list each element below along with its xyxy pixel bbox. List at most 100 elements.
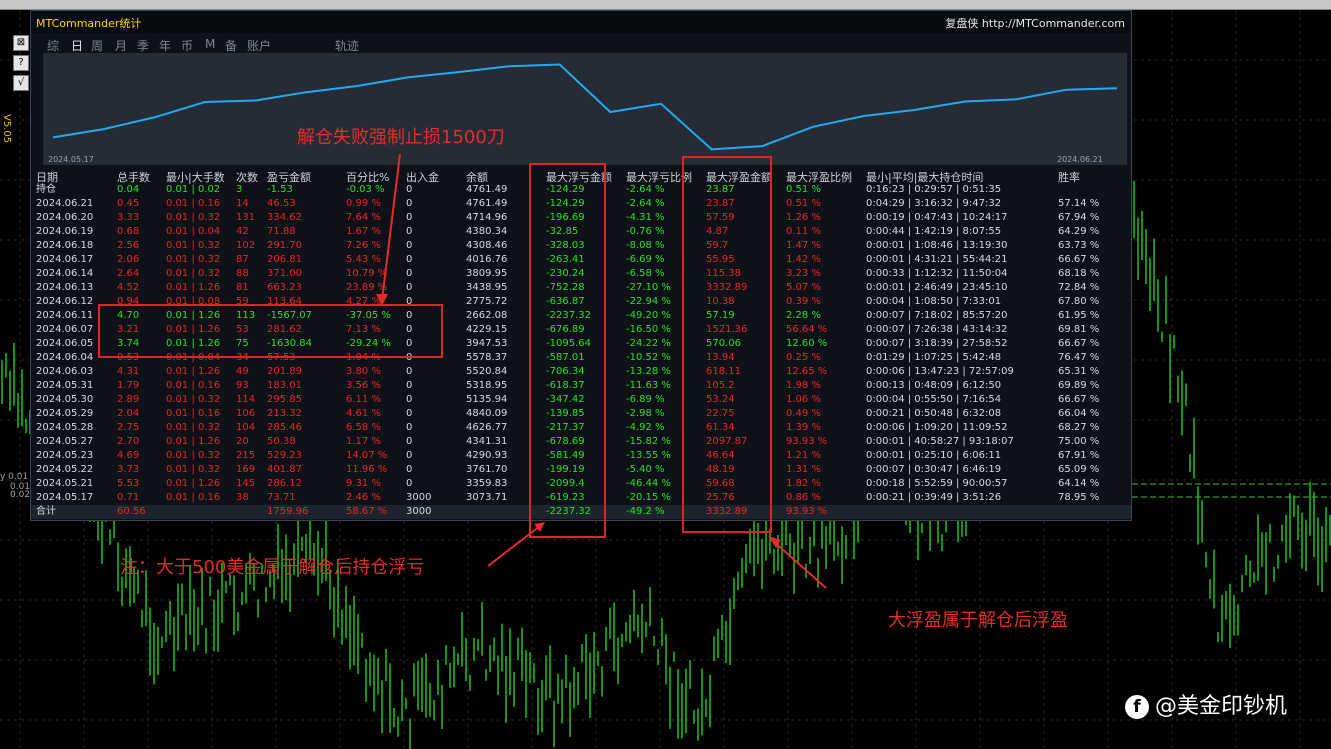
table-cell: -8.08 %	[626, 240, 665, 251]
equity-end-date: 2024.06.21	[1057, 155, 1103, 164]
table-cell: 9.31 %	[346, 478, 381, 489]
table-cell: 3.80 %	[346, 366, 381, 377]
table-cell: 2024.05.31	[36, 380, 94, 391]
app-title: MTCommander统计	[36, 17, 142, 30]
highlight-max-floating-loss	[529, 163, 606, 538]
table-cell: 0.68	[117, 226, 140, 237]
table-cell: 0	[406, 464, 413, 475]
table-cell: 64.14 %	[1058, 478, 1100, 489]
tab-1[interactable]: 日	[71, 37, 83, 54]
annotation-stoploss: 解仓失败强制止损1500刀	[297, 127, 505, 148]
tab-5[interactable]: 年	[159, 37, 171, 54]
table-cell: 87	[236, 254, 249, 265]
table-cell: 3.33	[117, 212, 140, 223]
top-toolbar	[0, 0, 1331, 10]
tab-0[interactable]: 综	[47, 37, 59, 54]
table-cell: 0.01 | 1.26	[166, 478, 221, 489]
table-cell: 529.23	[267, 450, 302, 461]
table-cell: 2.28 %	[786, 310, 821, 321]
total-cell: 60.56	[117, 506, 146, 517]
table-cell: -4.31 %	[626, 212, 665, 223]
table-cell: 93.93 %	[786, 436, 828, 447]
equity-curve-svg	[52, 63, 1118, 151]
table-cell: 12.65 %	[786, 366, 828, 377]
table-cell: 4016.76	[466, 254, 508, 265]
lot-label: y 0.01	[0, 472, 29, 482]
table-cell: 6.58 %	[346, 422, 381, 433]
table-cell: 4380.34	[466, 226, 508, 237]
table-cell: -27.10 %	[626, 282, 671, 293]
table-cell: 2024.06.17	[36, 254, 94, 265]
tab-6[interactable]: 币	[181, 37, 193, 54]
table-cell: -6.89 %	[626, 394, 665, 405]
table-cell: 3947.53	[466, 338, 508, 349]
site-link[interactable]: 复盘侠 http://MTCommander.com	[945, 15, 1125, 31]
tab-3[interactable]: 月	[115, 37, 127, 54]
table-cell: 0:00:21 | 0:50:48 | 6:32:08	[866, 408, 1002, 419]
table-cell: 66.67 %	[1058, 394, 1100, 405]
table-cell: 0:00:18 | 5:52:59 | 90:00:57	[866, 478, 1008, 489]
table-cell: 75.00 %	[1058, 436, 1100, 447]
annotation-floating-profit-note: 大浮盈属于解仓后浮盈	[888, 610, 1068, 631]
table-cell: 76.47 %	[1058, 352, 1100, 363]
help-icon[interactable]: ?	[13, 55, 29, 71]
table-cell: 12.60 %	[786, 338, 828, 349]
table-cell: 65.31 %	[1058, 366, 1100, 377]
table-cell: 0	[406, 422, 413, 433]
table-cell: 3000	[406, 492, 432, 503]
table-cell: 0:04:29 | 3:16:32 | 9:47:32	[866, 198, 1002, 209]
table-cell: 23.89 %	[346, 282, 388, 293]
total-cell: 58.67 %	[346, 506, 388, 517]
tab-4[interactable]: 季	[137, 37, 149, 54]
equity-line	[52, 63, 1118, 151]
table-cell: 0.01 | 0.32	[166, 254, 221, 265]
table-cell: 7.26 %	[346, 240, 381, 251]
table-cell: 72.84 %	[1058, 282, 1100, 293]
tab-8[interactable]: 备	[225, 37, 237, 54]
table-cell: 14	[236, 198, 249, 209]
table-cell: 2024.05.27	[36, 436, 94, 447]
table-cell: 3073.71	[466, 492, 508, 503]
highlight-stoploss-rows	[98, 304, 443, 358]
table-cell: 3359.83	[466, 478, 508, 489]
tab-9[interactable]: 账户	[247, 37, 271, 54]
table-cell: 2024.06.11	[36, 310, 94, 321]
table-cell: -13.28 %	[626, 366, 671, 377]
table-cell: 3809.95	[466, 268, 508, 279]
table-cell: 0.01 | 0.32	[166, 450, 221, 461]
table-cell: -49.20 %	[626, 310, 671, 321]
check-icon[interactable]: √	[13, 75, 29, 91]
total-cell: 3000	[406, 506, 432, 517]
table-cell: 2024.06.07	[36, 324, 94, 335]
table-cell: 7.64 %	[346, 212, 381, 223]
table-cell: 2024.05.30	[36, 394, 94, 405]
table-cell: 4229.15	[466, 324, 508, 335]
table-cell: 0	[406, 366, 413, 377]
table-cell: 0:00:07 | 7:26:38 | 43:14:32	[866, 324, 1008, 335]
table-cell: 4840.09	[466, 408, 508, 419]
tab-2[interactable]: 周	[91, 37, 103, 54]
table-cell: 2024.06.21	[36, 198, 94, 209]
table-cell: 2024.05.28	[36, 422, 94, 433]
table-cell: 131	[236, 212, 256, 223]
table-cell: 5.43 %	[346, 254, 381, 265]
chart-tool-icon[interactable]: ⊠	[13, 35, 29, 51]
table-cell: 64.29 %	[1058, 226, 1100, 237]
table-cell: 106	[236, 408, 256, 419]
table-cell: 0.01 | 0.16	[166, 408, 221, 419]
tab-10[interactable]: 轨迹	[335, 37, 359, 54]
table-cell: 20	[236, 436, 249, 447]
table-cell: 1.06 %	[786, 394, 821, 405]
table-cell: 5135.94	[466, 394, 508, 405]
table-cell: 0	[406, 436, 413, 447]
table-cell: 0	[406, 394, 413, 405]
table-cell: 2.46 %	[346, 492, 381, 503]
table-cell: 2.56	[117, 240, 140, 251]
table-cell: 0	[406, 212, 413, 223]
table-cell: -10.52 %	[626, 352, 671, 363]
table-cell: 46.53	[267, 198, 296, 209]
table-cell: 2024.06.14	[36, 268, 94, 279]
tab-7[interactable]: M	[205, 37, 215, 51]
table-cell: 0.11 %	[786, 226, 821, 237]
table-cell: 1.79	[117, 380, 140, 391]
